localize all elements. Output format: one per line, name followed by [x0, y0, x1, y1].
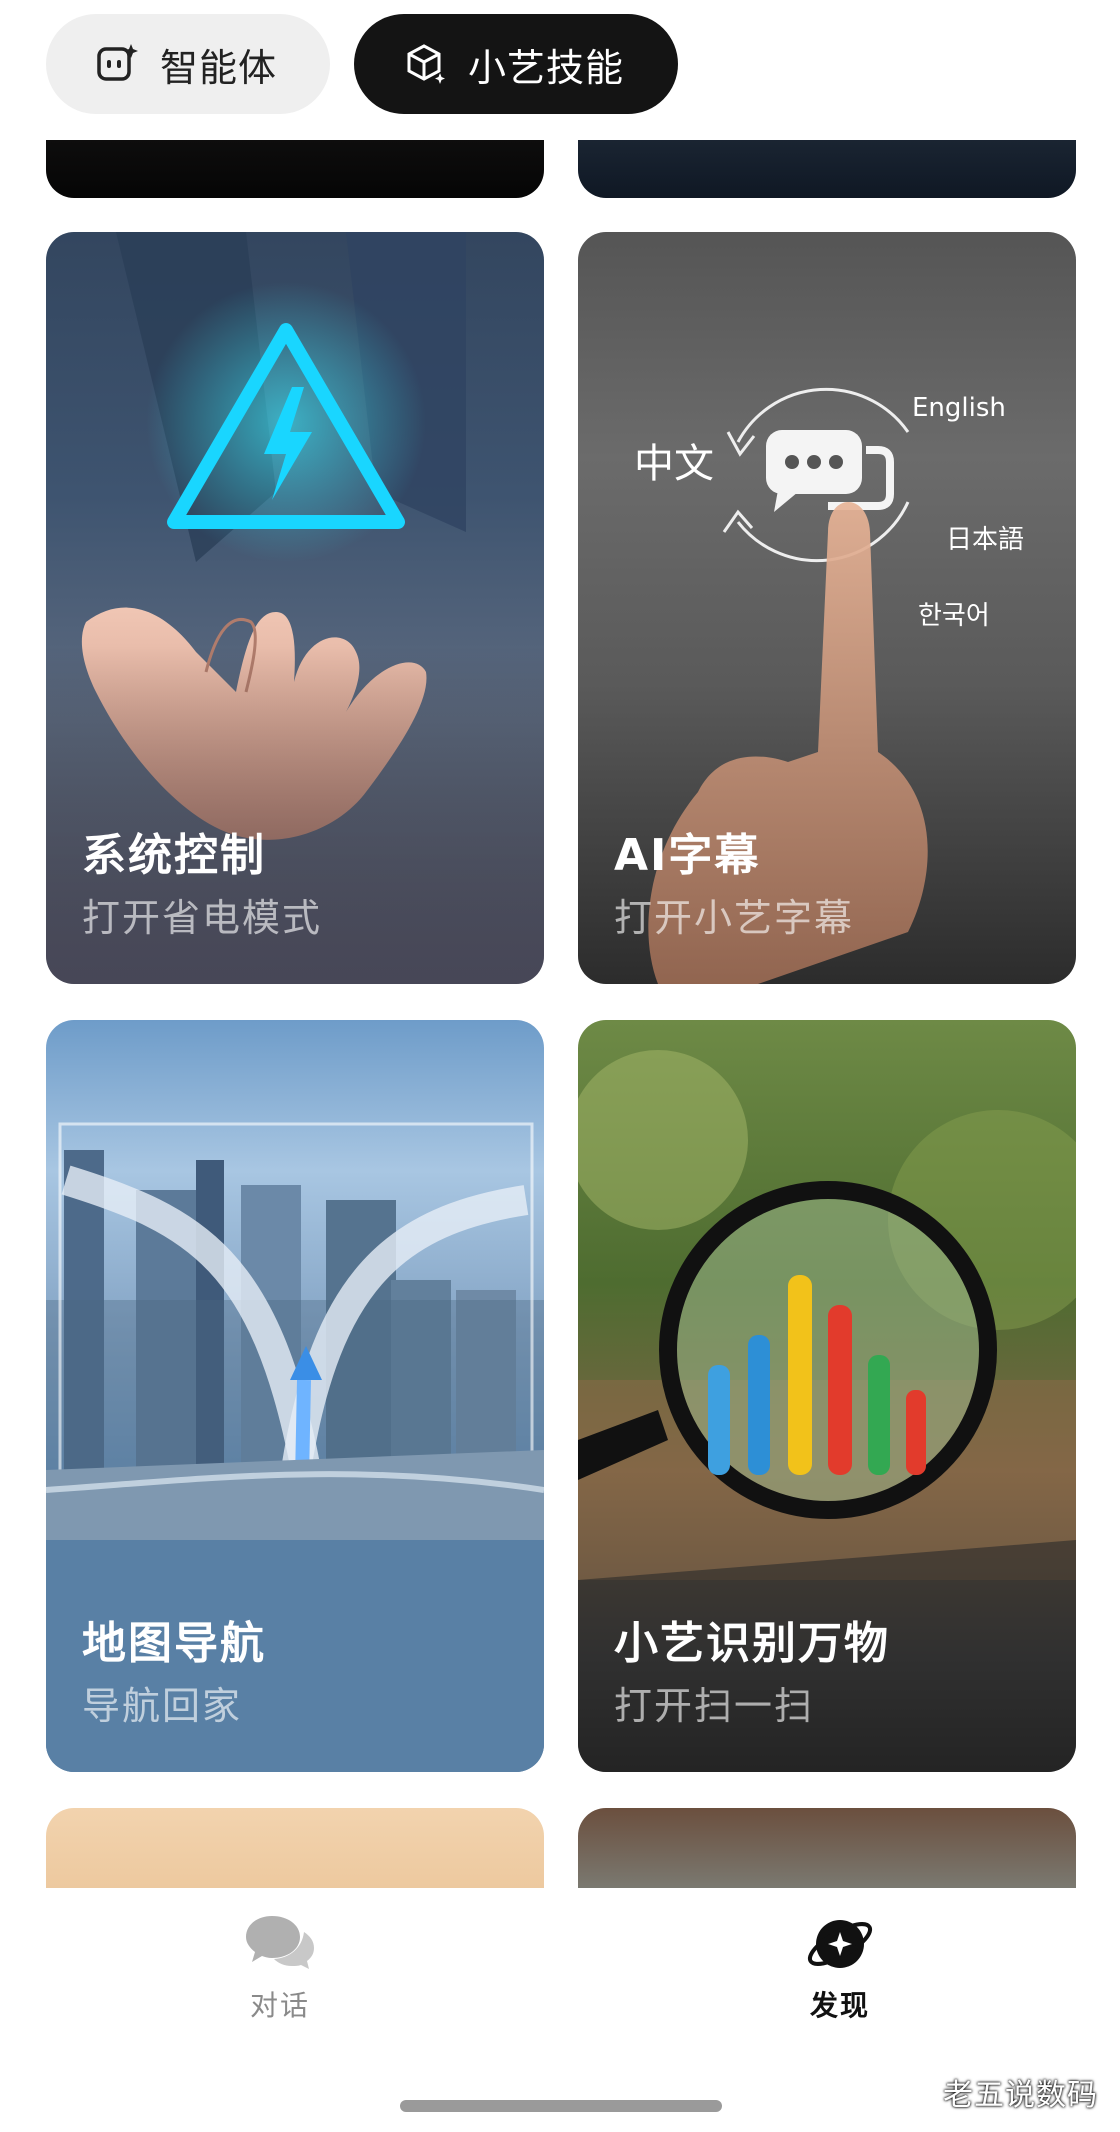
tab-skills[interactable]: 小艺技能	[354, 14, 678, 114]
discover-planet-icon	[807, 1920, 873, 1968]
tab-agents-label: 智能体	[160, 45, 278, 90]
agent-icon	[97, 44, 138, 81]
label-chinese: 中文	[634, 441, 714, 487]
label-english: English	[912, 393, 1006, 423]
skill-card-map-navigation[interactable]: 地图导航 导航回家	[46, 1020, 544, 1772]
nav-tab-chat-label: 对话	[249, 1989, 310, 2022]
card-subtitle: 导航回家	[82, 1684, 243, 1728]
card-title: 系统控制	[82, 830, 266, 881]
skill-cube-icon	[407, 44, 445, 84]
label-korean: 한국어	[918, 601, 990, 631]
nav-tab-chat[interactable]: 对话	[170, 1910, 390, 2024]
card-subtitle: 打开省电模式	[82, 896, 323, 940]
skill-card-system-control[interactable]: 系统控制 打开省电模式	[46, 232, 544, 984]
watermark: 老五说数码	[943, 2078, 1098, 2113]
tab-agents[interactable]: 智能体	[46, 14, 330, 114]
card-subtitle: 打开扫一扫	[614, 1684, 815, 1728]
tab-skills-label: 小艺技能	[468, 45, 625, 90]
card-subtitle: 打开小艺字幕	[614, 896, 855, 940]
label-japanese: 日本語	[946, 525, 1024, 555]
top-tab-bar: 智能体 小艺技能	[0, 0, 1120, 140]
skill-card-ai-subtitle[interactable]: 中文 English 日本語 한국어 AI字幕 打开小艺字幕	[578, 232, 1076, 984]
card-title: AI字幕	[614, 830, 761, 881]
skill-card-recognize[interactable]: 小艺识别万物 打开扫一扫	[578, 1020, 1076, 1772]
home-indicator[interactable]	[400, 2100, 722, 2112]
nav-tab-discover-label: 发现	[809, 1989, 870, 2022]
nav-tab-discover[interactable]: 发现	[730, 1910, 950, 2024]
card-title: 地图导航	[82, 1618, 266, 1669]
chat-bubbles-icon	[246, 1916, 314, 1969]
card-title: 小艺识别万物	[614, 1618, 890, 1669]
